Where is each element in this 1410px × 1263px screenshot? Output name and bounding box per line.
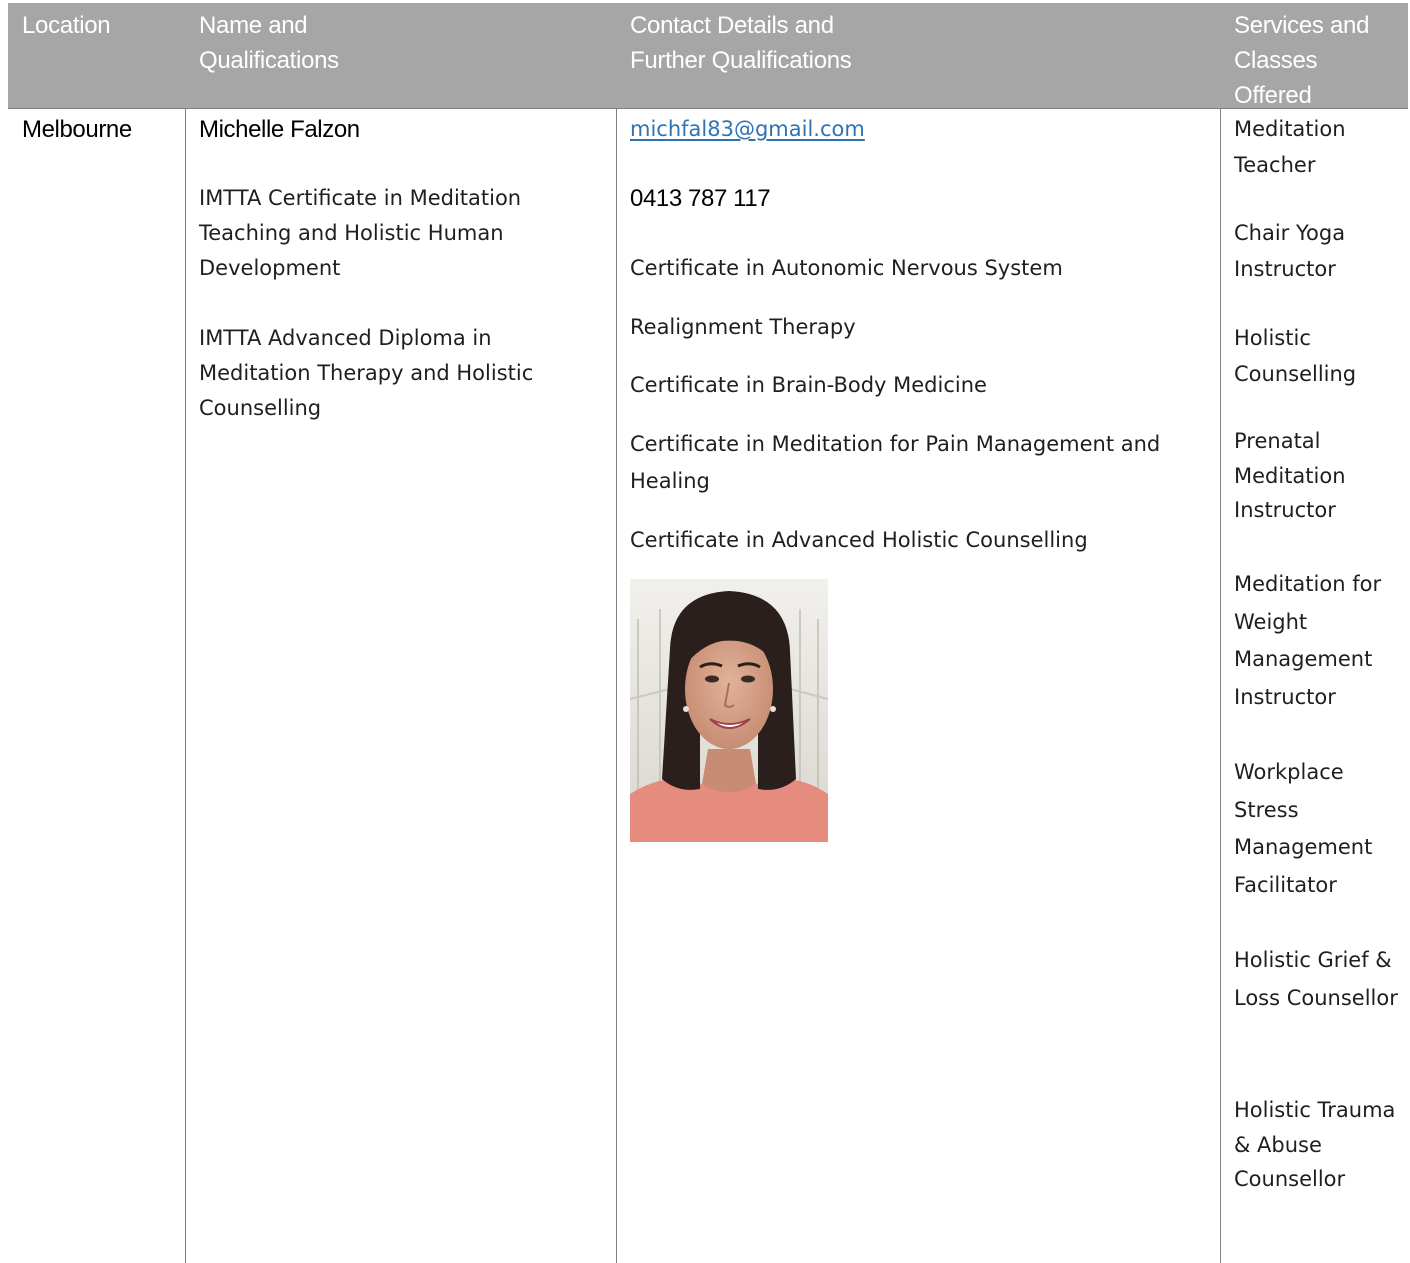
header-name-qualifications: Name and Qualifications bbox=[199, 12, 339, 74]
service-item: Chair Yoga Instructor bbox=[1234, 221, 1346, 281]
further-qualification-item: Realignment Therapy bbox=[630, 315, 856, 339]
further-qualification-item: Certificate in Brain-Body Medicine bbox=[630, 373, 987, 397]
service-item: Workplace Stress Management Facilitator bbox=[1234, 760, 1373, 897]
service-item: Holistic Counselling bbox=[1234, 326, 1357, 386]
further-qualification-item: Certificate in Autonomic Nervous System bbox=[630, 256, 1063, 280]
header-contact-details: Contact Details and Further Qualificatio… bbox=[630, 12, 852, 74]
directory-page: Location Name and Qualifications Contact… bbox=[0, 0, 1410, 1263]
further-qualification-item: Certificate in Advanced Holistic Counsel… bbox=[630, 528, 1088, 552]
column-divider-3 bbox=[1220, 108, 1221, 1263]
portrait-photo bbox=[630, 579, 828, 842]
email-link[interactable]: michfal83@gmail.com bbox=[630, 112, 865, 147]
qualification-item: IMTTA Certificate in Meditation Teaching… bbox=[199, 186, 522, 280]
service-item: Prenatal Meditation Instructor bbox=[1234, 429, 1346, 522]
qualification-item: IMTTA Advanced Diploma in Meditation The… bbox=[199, 326, 534, 420]
row-divider bbox=[8, 108, 1408, 109]
location-cell: Melbourne bbox=[22, 116, 132, 143]
phone-number: 0413 787 117 bbox=[630, 185, 771, 212]
service-item: Meditation Teacher bbox=[1234, 117, 1346, 177]
service-item: Holistic Grief & Loss Counsellor bbox=[1234, 948, 1398, 1010]
header-location: Location bbox=[22, 12, 111, 39]
column-divider-2 bbox=[616, 108, 617, 1263]
practitioner-name: Michelle Falzon bbox=[199, 116, 360, 143]
header-services: Services and Classes Offered bbox=[1234, 12, 1370, 109]
column-divider-1 bbox=[185, 108, 186, 1263]
service-item: Meditation for Weight Management Instruc… bbox=[1234, 572, 1382, 709]
service-item: Holistic Trauma & Abuse Counsellor bbox=[1234, 1098, 1396, 1191]
portrait-photo-icon bbox=[630, 579, 828, 842]
further-qualification-item: Certificate in Meditation for Pain Manag… bbox=[630, 432, 1161, 493]
